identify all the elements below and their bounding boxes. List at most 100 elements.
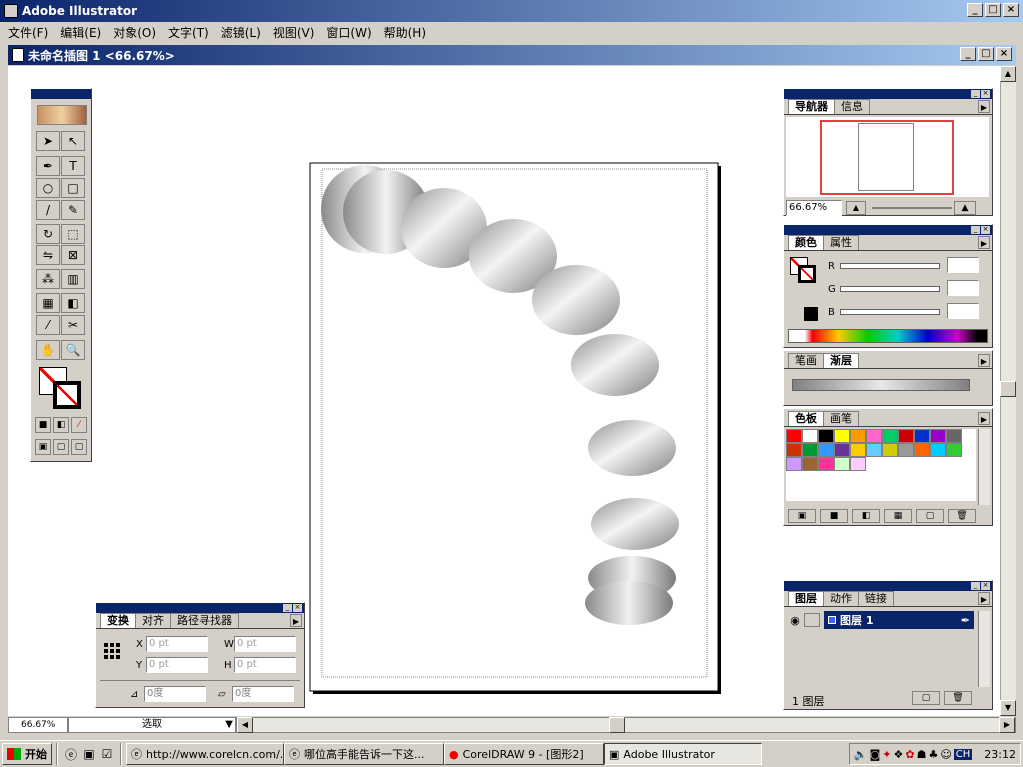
color-swatch[interactable]	[834, 457, 850, 471]
gradient-ellipse[interactable]	[532, 265, 620, 335]
pencil-tool-icon[interactable]: ✎	[61, 200, 85, 220]
gradient-mode-icon[interactable]: ◧	[53, 417, 69, 433]
panel-menu-icon[interactable]: ▶	[978, 354, 990, 367]
color-swatch[interactable]	[914, 429, 930, 443]
rotate-tool-icon[interactable]: ↻	[36, 224, 60, 244]
reflect-tool-icon[interactable]: ⇋	[36, 245, 60, 265]
rectangle-tool-icon[interactable]: □	[61, 178, 85, 198]
hand-tool-icon[interactable]: ✋	[36, 340, 60, 360]
channel-r-slider[interactable]	[840, 263, 940, 269]
lock-toggle[interactable]	[804, 613, 820, 627]
color-swatch[interactable]	[850, 429, 866, 443]
ime-indicator[interactable]: CH	[953, 748, 973, 760]
shear-angle-field[interactable]: 0度	[232, 686, 294, 702]
start-button[interactable]: 开始	[2, 743, 52, 765]
color-swatch[interactable]	[786, 457, 802, 471]
ie-icon[interactable]: ⓔ	[62, 746, 80, 763]
doc-minimize-button[interactable]: _	[960, 47, 976, 61]
color-swatch[interactable]	[818, 443, 834, 457]
color-swatch[interactable]	[802, 443, 818, 457]
none-mode-icon[interactable]: ⁄	[71, 417, 87, 433]
menu-edit[interactable]: 编辑(E)	[60, 24, 101, 41]
taskbar-item-coreldraw[interactable]: ● CorelDRAW 9 - [图形2]	[444, 743, 604, 765]
tab-transform[interactable]: 变换	[100, 613, 136, 628]
screen-mode-2-icon[interactable]: ▢	[53, 439, 69, 455]
eye-icon[interactable]: ◉	[786, 614, 804, 627]
gradient-ellipse[interactable]	[591, 498, 679, 550]
scroll-thumb[interactable]	[1000, 381, 1016, 397]
screen-mode-3-icon[interactable]: ▢	[71, 439, 87, 455]
tray-app-icon[interactable]: ☗	[917, 748, 927, 761]
taskbar-item-browser[interactable]: ⓔ http://www.corelcn.com/...	[126, 743, 284, 765]
tab-swatches[interactable]: 色板	[788, 411, 824, 426]
qq-icon[interactable]: ☺	[940, 748, 951, 761]
tab-gradient[interactable]: 渐层	[823, 353, 859, 368]
menu-filter[interactable]: 滤镜(L)	[221, 24, 261, 41]
scroll-up-button[interactable]: ▲	[1000, 66, 1016, 82]
color-swatch[interactable]	[914, 443, 930, 457]
menu-type[interactable]: 文字(T)	[168, 24, 209, 41]
graph-tool-icon[interactable]: ▥	[61, 269, 85, 289]
tab-align[interactable]: 对齐	[135, 613, 171, 628]
color-swatch[interactable]	[946, 443, 962, 457]
horizontal-scrollbar[interactable]: ◀ ▶	[236, 717, 1016, 733]
desktop-icon[interactable]: ▣	[80, 747, 98, 761]
direct-selection-tool-icon[interactable]: ↖	[61, 131, 85, 151]
swatch-gradient-icon[interactable]: ◧	[852, 509, 880, 523]
w-field[interactable]: 0 pt	[234, 636, 296, 652]
fill-stroke-icon[interactable]	[39, 367, 83, 411]
rotate-angle-field[interactable]: 0度	[144, 686, 206, 702]
color-swatch[interactable]	[818, 429, 834, 443]
trash-icon[interactable]: 🗑	[948, 509, 976, 523]
status-tool-select[interactable]: 选取 ▼	[68, 717, 236, 733]
gradient-preview-bar[interactable]	[792, 379, 970, 391]
channel-b-slider[interactable]	[840, 309, 940, 315]
color-swatch[interactable]	[930, 429, 946, 443]
tab-stroke[interactable]: 笔画	[788, 353, 824, 368]
tab-layers[interactable]: 图层	[788, 591, 824, 606]
color-swatch[interactable]	[882, 429, 898, 443]
zoom-in-icon[interactable]: ▲	[954, 201, 976, 215]
color-swatch[interactable]	[946, 429, 962, 443]
panel-menu-icon[interactable]: ▶	[290, 614, 302, 627]
tray-app-icon[interactable]: ◙	[870, 748, 881, 761]
type-tool-icon[interactable]: T	[61, 156, 85, 176]
panel-menu-icon[interactable]: ▶	[978, 592, 990, 605]
zoom-slider[interactable]	[872, 207, 952, 209]
tab-brushes[interactable]: 画笔	[823, 411, 859, 426]
layers-scrollbar[interactable]	[978, 611, 990, 687]
channel-r-field[interactable]	[947, 257, 979, 273]
scroll-left-button[interactable]: ◀	[237, 717, 253, 733]
taskbar-item-illustrator[interactable]: ▣ Adobe Illustrator	[604, 743, 762, 765]
volume-icon[interactable]: 🔈	[854, 748, 868, 761]
scissors-tool-icon[interactable]: ✂	[61, 315, 85, 335]
status-zoom[interactable]: 66.67%	[8, 717, 68, 733]
tab-links[interactable]: 链接	[858, 591, 894, 606]
brush-tool-icon[interactable]: /	[36, 200, 60, 220]
navigator-preview[interactable]	[786, 117, 989, 197]
tab-actions[interactable]: 动作	[823, 591, 859, 606]
color-swatch[interactable]	[882, 443, 898, 457]
color-swatch[interactable]	[898, 443, 914, 457]
panel-menu-icon[interactable]: ▶	[978, 236, 990, 249]
new-layer-icon[interactable]: ▢	[912, 691, 940, 705]
color-swatch[interactable]	[834, 429, 850, 443]
taskbar-item-forum[interactable]: ⓔ 哪位高手能告诉一下这...	[284, 743, 444, 765]
gradient-ellipse[interactable]	[588, 420, 676, 476]
color-swatch[interactable]	[930, 443, 946, 457]
color-fill-stroke-icon[interactable]	[790, 257, 818, 285]
swatch-pattern-icon[interactable]: ▦	[884, 509, 912, 523]
tray-app-icon[interactable]: ❖	[893, 748, 903, 761]
pen-tool-icon[interactable]: ✒	[36, 156, 60, 176]
gradient-ellipse[interactable]	[585, 581, 673, 625]
tab-attributes[interactable]: 属性	[823, 235, 859, 250]
color-swatch[interactable]	[898, 429, 914, 443]
x-field[interactable]: 0 pt	[146, 636, 208, 652]
layer-row[interactable]: ◉ 图层 1 ✒	[786, 611, 974, 629]
color-swatch[interactable]	[834, 443, 850, 457]
gradient-tool-icon[interactable]: ◧	[61, 293, 85, 313]
tab-navigator[interactable]: 导航器	[788, 99, 835, 114]
scroll-down-button[interactable]: ▼	[1000, 700, 1016, 716]
scroll-right-button[interactable]: ▶	[999, 717, 1015, 733]
vertical-scrollbar[interactable]: ▲ ▼	[1000, 66, 1016, 716]
